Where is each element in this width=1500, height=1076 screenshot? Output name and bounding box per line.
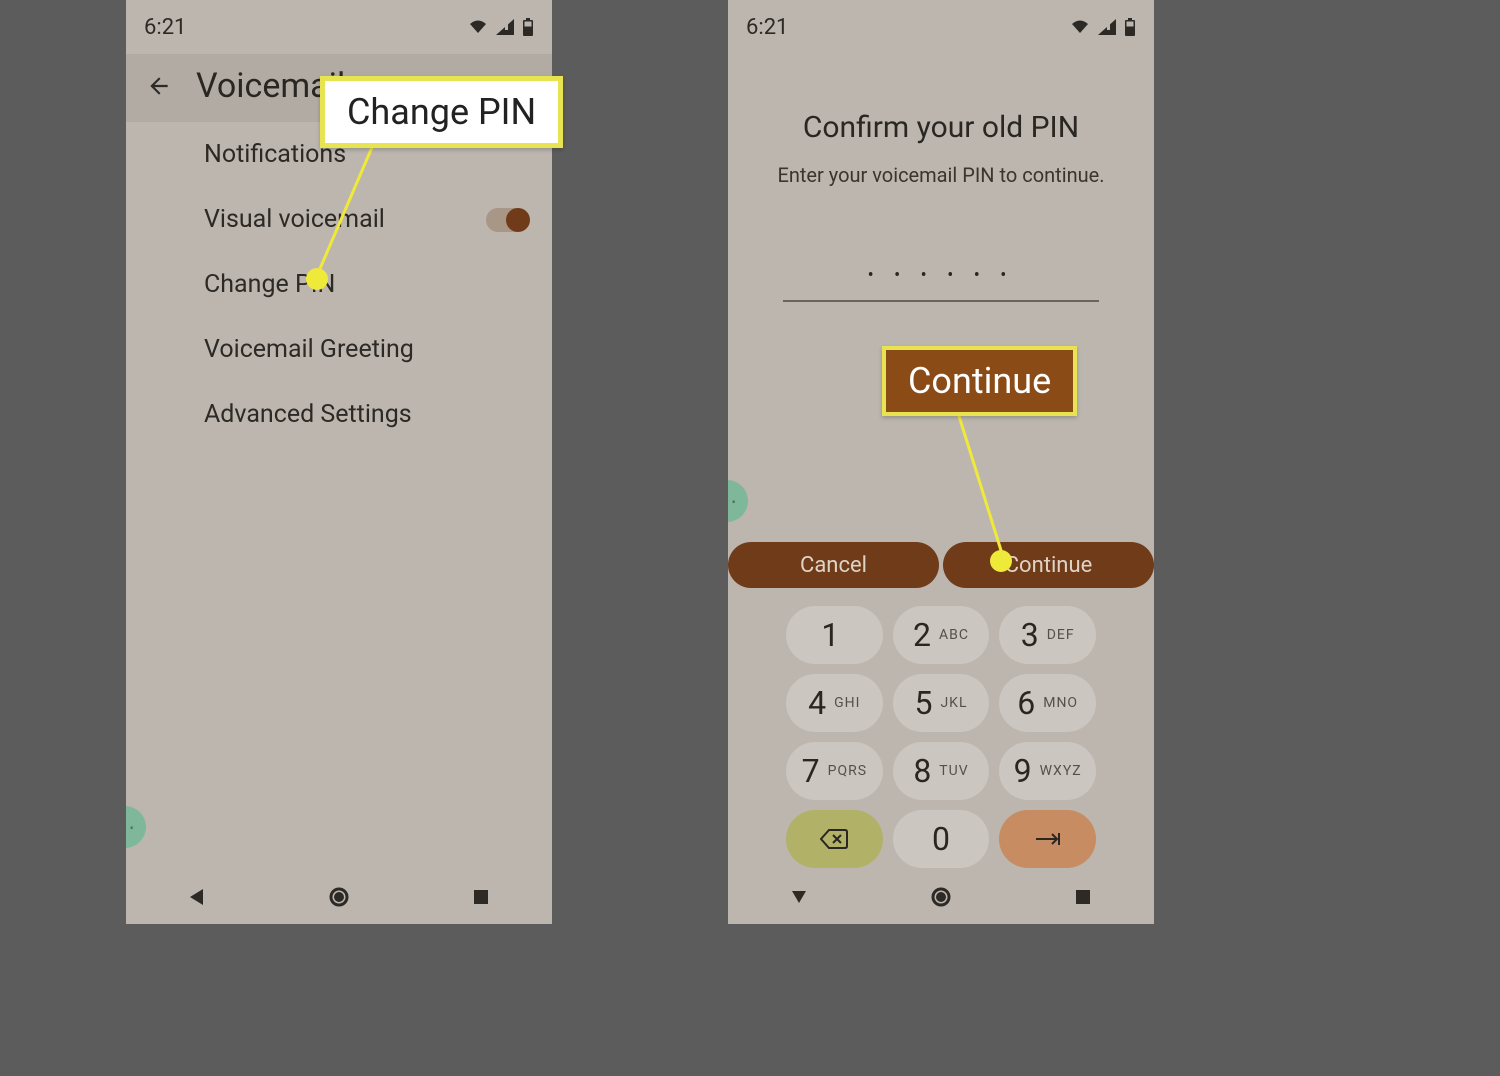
annotation-line	[306, 138, 426, 288]
wifi-icon	[468, 19, 488, 35]
status-time: 6:21	[144, 15, 186, 40]
nav-home-icon[interactable]	[931, 887, 951, 907]
pin-input-masked[interactable]: • • • • • •	[728, 265, 1154, 286]
key-sub: TUV	[939, 763, 968, 779]
settings-item-label: Advanced Settings	[204, 400, 412, 429]
pin-input-underline	[783, 300, 1099, 302]
signal-icon	[496, 19, 514, 35]
key-sub: MNO	[1043, 695, 1078, 711]
status-bar: 6:21	[728, 0, 1154, 54]
nav-back-icon[interactable]	[187, 887, 207, 907]
annotation-line	[950, 400, 1030, 570]
key-num: 7	[802, 752, 820, 790]
key-3[interactable]: 3 DEF	[999, 606, 1096, 664]
key-2[interactable]: 2 ABC	[893, 606, 990, 664]
annotation-change-pin-callout: Change PIN	[320, 76, 563, 148]
nav-bar	[728, 870, 1154, 924]
signal-icon	[1098, 19, 1116, 35]
key-num: 8	[913, 752, 931, 790]
key-8[interactable]: 8 TUV	[893, 742, 990, 800]
key-sub: PQRS	[828, 763, 867, 779]
status-bar: 6:21	[126, 0, 552, 54]
cancel-button[interactable]: Cancel	[728, 542, 939, 588]
key-num: 2	[913, 616, 931, 654]
keypad: 1 2 ABC 3 DEF 4 GHI 5 JKL 6 MNO 7 PQRS 8 TUV 9W…	[728, 598, 1154, 868]
settings-item-advanced-settings[interactable]: Advanced Settings	[126, 382, 552, 447]
assistant-bubble-icon[interactable]: ⋯	[126, 806, 146, 848]
wifi-icon	[1070, 19, 1090, 35]
key-9[interactable]: 9 WXYZ	[999, 742, 1096, 800]
key-num: 0	[932, 820, 950, 858]
key-num: 1	[821, 616, 839, 654]
nav-back-icon[interactable]	[789, 887, 809, 907]
key-num: 4	[808, 684, 826, 722]
key-sub: GHI	[834, 695, 860, 711]
phone-confirm-pin: 6:21 Confirm your old PIN Enter your voi…	[728, 0, 1154, 924]
nav-recents-icon[interactable]	[1073, 887, 1093, 907]
key-5[interactable]: 5 JKL	[893, 674, 990, 732]
annotation-continue-callout: Continue	[882, 346, 1077, 416]
key-sub: JKL	[940, 695, 967, 711]
status-time: 6:21	[746, 15, 788, 40]
nav-home-icon[interactable]	[329, 887, 349, 907]
visual-voicemail-toggle[interactable]	[486, 208, 528, 232]
annotation-dot	[990, 550, 1012, 572]
key-sub: ABC	[939, 627, 969, 643]
key-1[interactable]: 1	[786, 606, 883, 664]
key-submit[interactable]	[999, 810, 1096, 868]
status-icons	[468, 18, 534, 36]
backspace-icon	[820, 829, 848, 849]
battery-icon	[522, 18, 534, 36]
annotation-dot	[306, 268, 328, 290]
key-4[interactable]: 4 GHI	[786, 674, 883, 732]
key-num: 9	[1014, 752, 1032, 790]
assistant-bubble-icon[interactable]: ⋯	[728, 480, 748, 522]
confirm-pin-title: Confirm your old PIN	[728, 110, 1154, 145]
battery-icon	[1124, 18, 1136, 36]
settings-item-label: Voicemail Greeting	[204, 335, 414, 364]
key-sub: WXYZ	[1040, 763, 1082, 779]
nav-recents-icon[interactable]	[471, 887, 491, 907]
key-7[interactable]: 7 PQRS	[786, 742, 883, 800]
action-row: Cancel Continue	[728, 542, 1154, 588]
key-sub: DEF	[1047, 627, 1075, 643]
confirm-pin-subtitle: Enter your voicemail PIN to continue.	[728, 163, 1154, 187]
key-6[interactable]: 6 MNO	[999, 674, 1096, 732]
status-icons	[1070, 18, 1136, 36]
settings-item-voicemail-greeting[interactable]: Voicemail Greeting	[126, 317, 552, 382]
key-num: 6	[1017, 684, 1035, 722]
key-backspace[interactable]	[786, 810, 883, 868]
key-num: 3	[1021, 616, 1039, 654]
key-num: 5	[914, 684, 932, 722]
nav-bar	[126, 870, 552, 924]
submit-icon	[1034, 831, 1062, 847]
cancel-button-label: Cancel	[800, 553, 867, 578]
key-0[interactable]: 0	[893, 810, 990, 868]
back-icon[interactable]	[146, 73, 172, 99]
